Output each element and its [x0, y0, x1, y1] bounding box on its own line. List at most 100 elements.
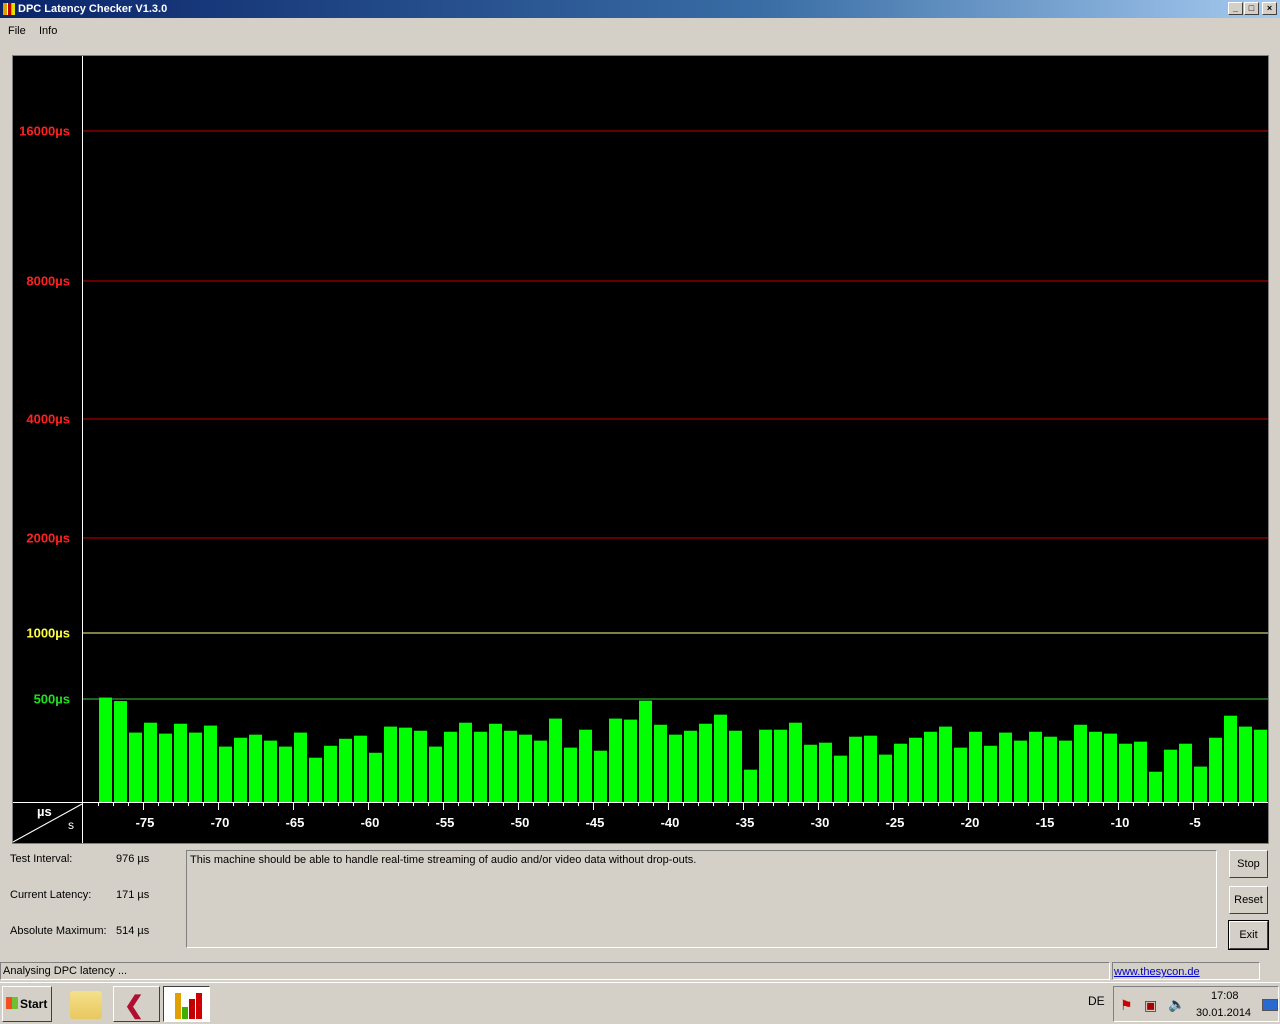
website-link[interactable]: www.thesycon.de [1112, 962, 1260, 980]
explorer-icon[interactable] [70, 991, 102, 1019]
test-interval-label: Test Interval: [10, 853, 73, 865]
latency-bar [564, 747, 577, 802]
latency-bar [954, 747, 967, 802]
reset-button[interactable]: Reset [1229, 886, 1268, 914]
system-tray: ⚑ ▣ 🔈 17:08 30.01.2014 [1113, 986, 1279, 1022]
latency-bar [744, 769, 757, 802]
latency-bar [189, 732, 202, 802]
network-disconnected-icon[interactable]: ▣ [1144, 997, 1157, 1014]
x-unit-label: s [68, 818, 74, 832]
close-button[interactable]: × [1262, 2, 1277, 15]
latency-bar [729, 730, 742, 802]
language-indicator[interactable]: DE [1088, 994, 1105, 1008]
volume-icon[interactable]: 🔈 [1168, 996, 1185, 1013]
x-tick-label: -70 [210, 815, 230, 830]
dpc-checker-icon [175, 993, 202, 1019]
y-unit-label: µs [37, 804, 52, 819]
status-text: Analysing DPC latency ... [0, 962, 1110, 980]
latency-bar [624, 719, 637, 802]
latency-bar [474, 731, 487, 802]
title-bar: DPC Latency Checker V1.3.0 [0, 0, 1280, 18]
latency-bar [594, 750, 607, 802]
action-center-flag-icon[interactable]: ⚑ [1120, 997, 1133, 1014]
latency-bar [1104, 733, 1117, 802]
absolute-maximum-value: 514 µs [116, 925, 150, 937]
show-desktop-icon[interactable] [1262, 999, 1278, 1011]
result-message: This machine should be able to handle re… [186, 850, 1217, 948]
latency-bar [1239, 726, 1252, 802]
x-tick-label: -45 [585, 815, 605, 830]
latency-bar [429, 746, 442, 802]
latency-bar [294, 732, 307, 802]
x-tick-label: -75 [135, 815, 155, 830]
taskbar-cubase[interactable]: ❮ [113, 986, 160, 1022]
x-tick-label: -35 [735, 815, 755, 830]
latency-bar [279, 746, 292, 802]
latency-bar [444, 731, 457, 802]
latency-bar [354, 735, 367, 802]
x-tick-label: -30 [810, 815, 830, 830]
latency-bar [684, 730, 697, 802]
latency-bar [1089, 731, 1102, 802]
x-tick-label: -50 [510, 815, 530, 830]
menu-file[interactable]: File [8, 22, 26, 40]
y-tick-label: 2000µs [26, 530, 70, 546]
minimize-button[interactable]: _ [1228, 2, 1243, 15]
latency-bar [1029, 731, 1042, 802]
absolute-maximum-label: Absolute Maximum: [10, 925, 107, 937]
latency-bar [1149, 771, 1162, 802]
latency-bar [219, 746, 232, 802]
latency-bar [1059, 740, 1072, 802]
window-title: DPC Latency Checker V1.3.0 [18, 3, 168, 15]
latency-bar [909, 737, 922, 802]
latency-bar [129, 732, 142, 802]
latency-bar [819, 742, 832, 802]
y-tick-label: 500µs [33, 691, 70, 707]
latency-bar [309, 757, 322, 802]
latency-bar [549, 718, 562, 802]
latency-bar [774, 729, 787, 802]
latency-bar [144, 722, 157, 802]
latency-bar [339, 738, 352, 802]
taskbar-dpc-latency-checker[interactable] [163, 986, 210, 1022]
clock-time[interactable]: 17:08 [1211, 990, 1239, 1002]
clock-date[interactable]: 30.01.2014 [1196, 1007, 1251, 1019]
windows-logo-icon [6, 997, 18, 1009]
latency-bar [534, 740, 547, 802]
latency-bar [204, 725, 217, 802]
x-tick-label: -5 [1189, 815, 1201, 830]
latency-bar [879, 754, 892, 802]
taskbar: Start ❮ DE ⚑ ▣ 🔈 17:08 30.01.2014 [0, 982, 1280, 1024]
x-tick-label: -55 [435, 815, 455, 830]
latency-bar [1074, 724, 1087, 802]
latency-bar [324, 745, 337, 802]
app-icon [3, 3, 15, 15]
latency-bar [669, 734, 682, 802]
latency-bar [459, 722, 472, 802]
y-tick-label: 8000µs [26, 273, 70, 289]
cubase-icon: ❮ [124, 992, 145, 1019]
latency-bar [414, 730, 427, 802]
menu-info[interactable]: Info [39, 22, 57, 40]
x-tick-label: -20 [960, 815, 980, 830]
stop-button[interactable]: Stop [1229, 850, 1268, 878]
latency-bar [1134, 741, 1147, 802]
latency-bar [1044, 736, 1057, 802]
test-interval-value: 976 µs [116, 853, 150, 865]
latency-bar [1254, 729, 1267, 802]
latency-bar [1209, 737, 1222, 802]
latency-bar [849, 736, 862, 802]
y-tick-label: 4000µs [26, 411, 70, 427]
maximize-button[interactable]: □ [1244, 2, 1259, 15]
latency-bar [699, 723, 712, 802]
latency-bar [804, 744, 817, 802]
start-button[interactable]: Start [2, 986, 52, 1022]
x-tick-label: -60 [360, 815, 380, 830]
latency-bar [984, 745, 997, 802]
latency-bar [114, 701, 127, 802]
latency-bar [864, 735, 877, 802]
latency-bar [1014, 740, 1027, 802]
latency-bar [609, 718, 622, 802]
latency-bar [579, 729, 592, 802]
exit-button[interactable]: Exit [1228, 920, 1269, 950]
